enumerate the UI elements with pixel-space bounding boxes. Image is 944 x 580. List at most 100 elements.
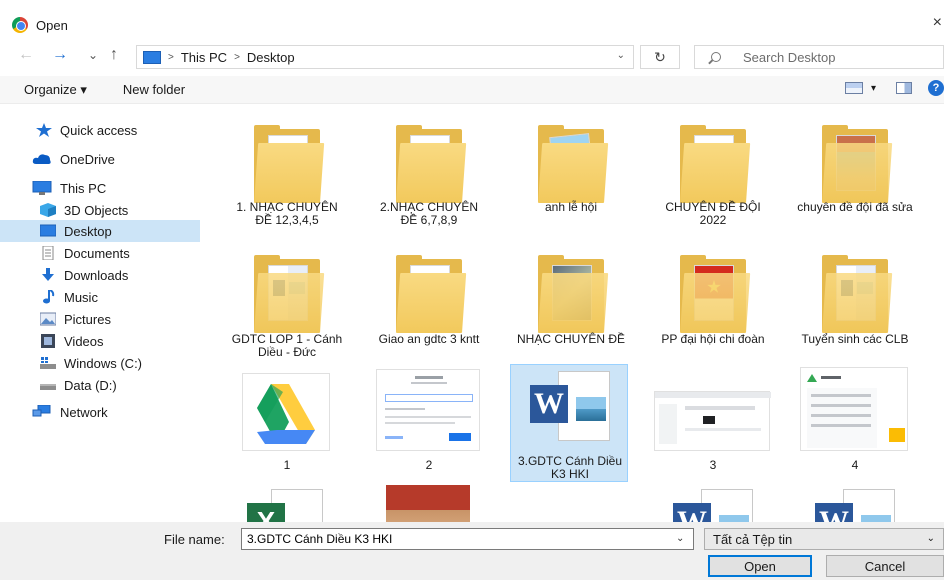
file-name: 1. NHẠC CHUYÊN ĐỀ 12,3,4,5: [236, 200, 338, 227]
pictures-icon: [39, 312, 57, 326]
sidebar-item-pictures[interactable]: Pictures: [0, 308, 200, 330]
sidebar-item-label: Documents: [64, 245, 130, 261]
file-item-image-4[interactable]: 4: [796, 366, 912, 482]
music-note-icon: [40, 289, 56, 304]
file-item-photo[interactable]: [370, 484, 486, 522]
file-item-image-2[interactable]: 2: [370, 366, 486, 482]
preview-pane-icon[interactable]: [896, 82, 912, 94]
file-name: PP đại hội chi đoàn: [661, 332, 765, 346]
file-item-word-doc-3[interactable]: W: [796, 484, 912, 522]
file-item-folder-nhac-chuyen-de[interactable]: NHẠC CHUYÊN ĐỀ: [512, 246, 628, 362]
navigation-bar: ← → ⌄ ↑ > This PC > Desktop ⌄ ↻ Search D…: [0, 42, 944, 72]
chevron-down-icon: ⌄: [926, 533, 935, 544]
word-document-icon: W: [524, 371, 614, 451]
file-name: CHUYÊN ĐỀ ĐỘI 2022: [665, 200, 761, 227]
new-folder-button[interactable]: New folder: [123, 82, 185, 97]
file-item-folder-nhac-6789[interactable]: 2.NHẠC CHUYÊN ĐỀ 6,7,8,9: [370, 114, 486, 230]
up-button[interactable]: ↑: [110, 46, 118, 64]
file-name-label: File name:: [164, 532, 225, 547]
folder-icon: [538, 125, 609, 203]
excel-document-icon: X: [241, 489, 331, 522]
chevron-down-icon[interactable]: ⌄: [617, 50, 625, 61]
file-name: chuyên đề đội đã sửa: [797, 200, 913, 214]
download-arrow-icon: [40, 268, 56, 282]
breadcrumb-this-pc[interactable]: This PC: [181, 50, 227, 65]
file-item-folder-pp-dai-hoi[interactable]: PP đại hội chi đoàn: [654, 246, 770, 362]
word-document-icon: W: [809, 489, 899, 522]
breadcrumb-separator-icon: >: [234, 51, 240, 63]
window-title: Open: [36, 17, 68, 33]
sidebar-item-music[interactable]: Music: [0, 286, 200, 308]
chrome-icon: [12, 17, 28, 33]
sidebar-item-downloads[interactable]: Downloads: [0, 264, 200, 286]
recent-locations-button[interactable]: ⌄: [88, 48, 98, 62]
search-placeholder: Search Desktop: [743, 49, 836, 65]
help-icon[interactable]: ?: [928, 80, 944, 96]
network-icon: [32, 404, 52, 419]
file-name-input[interactable]: [241, 528, 694, 550]
sidebar-item-label: Videos: [64, 333, 104, 349]
file-item-image-3[interactable]: 3: [654, 366, 771, 482]
file-item-folder-chuyen-de-doi-2022[interactable]: CHUYÊN ĐỀ ĐỘI 2022: [654, 114, 770, 230]
organize-menu[interactable]: Organize ▾: [24, 82, 87, 98]
chevron-down-icon[interactable]: ⌄: [676, 533, 684, 544]
sidebar-item-data-d[interactable]: Data (D:): [0, 374, 200, 396]
file-item-folder-giao-an-gdtc-3[interactable]: Giao an gdtc 3 kntt: [370, 246, 486, 362]
file-item-folder-gdtc-lop-1[interactable]: GDTC LOP 1 - Cánh Diều - Đức: [228, 246, 344, 362]
portrait-photo-thumbnail: [386, 485, 470, 522]
open-dialog: Open × ← → ⌄ ↑ > This PC > Desktop ⌄ ↻ S…: [0, 0, 944, 580]
breadcrumb-desktop[interactable]: Desktop: [247, 50, 295, 65]
document-icon: [40, 245, 56, 261]
file-item-word-gdtc-canh-dieu[interactable]: W 3.GDTC Cánh Diều K3 HKI: [510, 364, 628, 482]
desktop-icon: [39, 224, 57, 238]
sidebar-item-label: Data (D:): [64, 377, 117, 393]
sidebar-item-label: Downloads: [64, 267, 129, 283]
file-item-folder-anh-le-hoi[interactable]: anh lễ hội: [512, 114, 628, 230]
navigation-pane: Quick access OneDrive This PC 3D Objects…: [0, 106, 200, 522]
sidebar-item-network[interactable]: Network: [0, 401, 200, 423]
search-input[interactable]: Search Desktop: [694, 45, 944, 69]
cube-icon: [40, 203, 56, 217]
film-icon: [40, 334, 56, 348]
file-item-excel-doc[interactable]: X: [228, 484, 344, 522]
sidebar-item-label: Quick access: [60, 122, 138, 138]
sidebar-item-label: This PC: [60, 180, 107, 196]
file-name: 2: [425, 458, 433, 472]
file-item-folder-tuyen-sinh-clb[interactable]: Tuyển sinh các CLB: [796, 246, 912, 362]
sidebar-item-windows-c[interactable]: Windows (C:): [0, 352, 200, 374]
sidebar-item-this-pc[interactable]: This PC: [0, 177, 200, 199]
refresh-button[interactable]: ↻: [640, 45, 680, 69]
address-bar[interactable]: > This PC > Desktop ⌄: [136, 45, 634, 69]
sidebar-item-onedrive[interactable]: OneDrive: [0, 148, 200, 170]
sidebar-item-desktop[interactable]: Desktop: [0, 220, 200, 242]
system-drive-icon: [40, 356, 56, 370]
open-button[interactable]: Open: [708, 555, 812, 577]
google-drive-logo-icon: [242, 373, 330, 451]
folder-icon: [396, 255, 467, 333]
screenshot-thumbnail: [654, 391, 771, 451]
sidebar-item-videos[interactable]: Videos: [0, 330, 200, 352]
search-icon: [711, 52, 721, 62]
file-item-folder-nhac-12345[interactable]: 1. NHẠC CHUYÊN ĐỀ 12,3,4,5: [228, 114, 344, 230]
file-name: NHẠC CHUYÊN ĐỀ: [516, 332, 625, 346]
sidebar-item-quick-access[interactable]: Quick access: [0, 119, 200, 141]
file-item-word-doc-2[interactable]: W: [654, 484, 770, 522]
cancel-button[interactable]: Cancel: [826, 555, 944, 577]
close-button[interactable]: ×: [933, 14, 942, 32]
file-type-select[interactable]: Tất cả Tệp tin ⌄: [704, 528, 944, 550]
file-item-image-1[interactable]: 1: [228, 366, 344, 482]
sidebar-item-documents[interactable]: Documents: [0, 242, 200, 264]
view-options-icon[interactable]: [844, 82, 863, 94]
sidebar-item-3d-objects[interactable]: 3D Objects: [0, 199, 200, 221]
back-button[interactable]: ←: [18, 46, 34, 64]
view-controls: ▾ ?: [844, 80, 944, 96]
file-name: anh lễ hội: [544, 200, 598, 214]
folder-icon: [254, 125, 325, 203]
forward-button[interactable]: →: [52, 46, 68, 64]
file-name: GDTC LOP 1 - Cánh Diều - Đức: [231, 332, 343, 359]
drive-icon: [40, 378, 56, 392]
view-dropdown-button[interactable]: ▾: [871, 83, 876, 94]
file-name: 3: [709, 458, 717, 472]
file-item-folder-chuyen-de-doi-da-sua[interactable]: chuyên đề đội đã sửa: [796, 114, 913, 230]
sidebar-item-label: Desktop: [64, 223, 112, 239]
